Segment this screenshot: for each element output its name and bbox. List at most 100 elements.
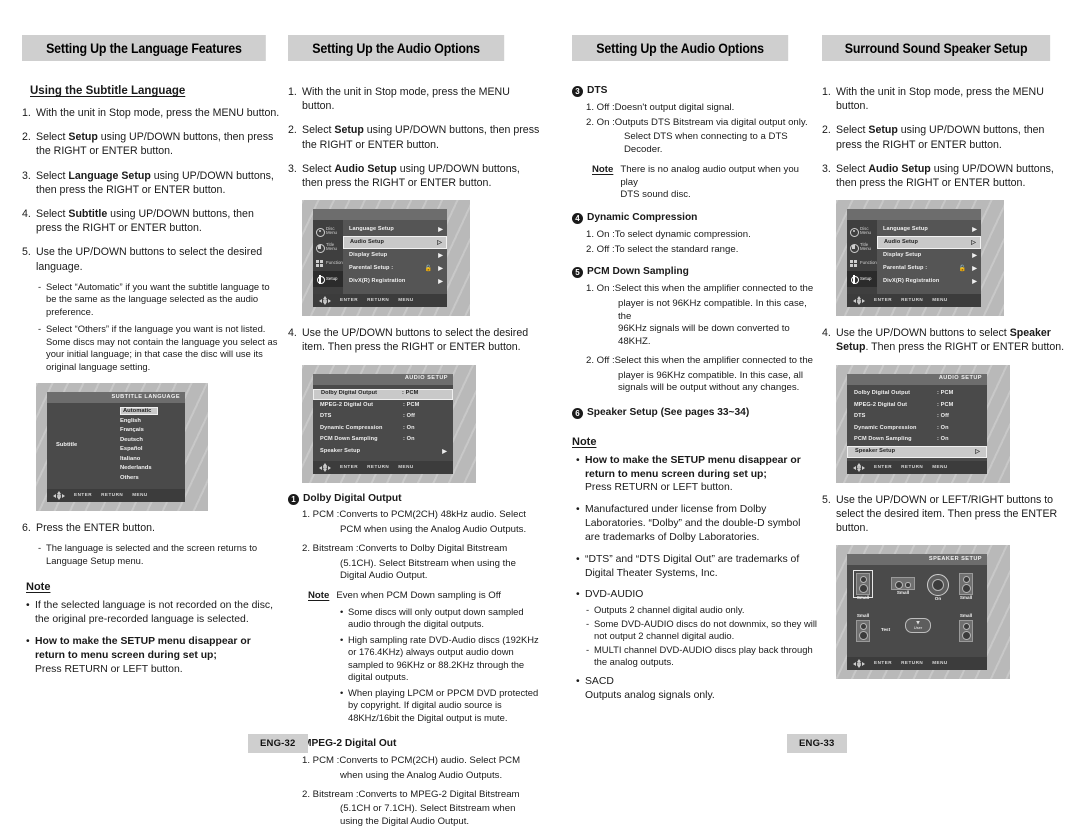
option-label: 2. Bitstream :	[302, 788, 359, 800]
osd-left-label: Subtitle	[47, 403, 118, 489]
audio-row-mpeg2-digital-out[interactable]: MPEG-2 Digital Out : PCM	[847, 400, 987, 412]
audio-value: : On	[937, 424, 949, 431]
sidebar-item-title-menu[interactable]: Title Menu	[847, 239, 877, 255]
note-bullet: • Some discs will only output down sampl…	[340, 606, 540, 631]
audio-row-dolby-digital-output[interactable]: Dolby Digital Output : PCM	[847, 389, 987, 401]
menu-row-divx-registration[interactable]: DivX(R) Registration ▶	[343, 275, 447, 288]
note-text: DVD-AUDIO	[585, 589, 644, 601]
osd-language-item[interactable]: Nederlands	[118, 464, 185, 474]
speaker-label: Small	[856, 613, 870, 619]
osd-body: Disc Menu Title Menu Function Setup Lang…	[847, 220, 981, 295]
speaker-surround-right[interactable]: Small	[959, 613, 973, 642]
osd-titlebar: SUBTITLE LANGUAGE	[47, 392, 185, 404]
audio-label: MPEG-2 Digital Out	[854, 401, 908, 408]
step-text: Select Setup using UP/DOWN buttons, then…	[36, 131, 274, 158]
step-text: Select Audio Setup using UP/DOWN buttons…	[836, 162, 1054, 189]
step-text: Use the UP/DOWN buttons to select the de…	[36, 246, 263, 273]
audio-row-speaker-setup[interactable]: Speaker Setup ▷	[847, 446, 987, 458]
osd-footer-enter: ENTER	[874, 297, 893, 303]
section-heading-subtitle-language: Using the Subtitle Language	[30, 85, 186, 97]
speaker-icon	[959, 573, 973, 596]
audio-row-dynamic-compression[interactable]: Dynamic Compression : On	[313, 423, 453, 435]
osd-language-item[interactable]: Deutsch	[118, 436, 185, 446]
step-item: 6. Press the ENTER button.	[22, 521, 280, 535]
speaker-front-left[interactable]: Small	[853, 570, 873, 601]
chevron-right-icon: ▶	[972, 252, 977, 259]
note-bullet: • High sampling rate DVD-Audio discs (19…	[340, 634, 540, 684]
sidebar-item-title-menu[interactable]: Title Menu	[313, 239, 343, 255]
sidebar-item-disc-menu[interactable]: Disc Menu	[313, 223, 343, 239]
osd-setup-menu: Disc Menu Title Menu Function Setup Lang…	[313, 209, 447, 308]
audio-row-mpeg2-digital-out[interactable]: MPEG-2 Digital Out : PCM	[313, 400, 453, 412]
osd-footer: ENTER RETURN MENU	[847, 460, 987, 474]
sidebar-item-setup[interactable]: Setup	[847, 271, 877, 288]
note-text: “DTS” and “DTS Digital Out” are trademar…	[585, 553, 800, 579]
audio-row-dolby-digital-output[interactable]: Dolby Digital Output : PCM	[313, 388, 453, 400]
speaker-front-right[interactable]: Small	[959, 573, 973, 601]
disc-menu-icon	[315, 227, 325, 237]
audio-row-pcm-down-sampling[interactable]: PCM Down Sampling : On	[847, 435, 987, 447]
sidebar-label: Disc Menu	[326, 225, 337, 236]
osd-language-item[interactable]: Others	[118, 474, 185, 484]
menu-row-audio-setup[interactable]: Audio Setup ▷	[343, 236, 447, 250]
option-item: 1. On : Select this when the amplifier c…	[586, 283, 818, 296]
option-text: To select the standard range.	[614, 243, 739, 255]
bullet-dot: •	[576, 504, 580, 516]
speaker-label: Small	[856, 595, 870, 601]
osd-language-selected[interactable]: Automatic	[120, 407, 159, 416]
audio-row-speaker-setup[interactable]: Speaker Setup ▶	[313, 446, 453, 458]
osd-language-item[interactable]: Español	[118, 445, 185, 455]
speaker-icon	[856, 619, 870, 642]
speaker-center[interactable]: Small	[891, 577, 915, 596]
menu-label: Parental Setup :	[883, 264, 928, 271]
speaker-surround-left[interactable]: Small	[856, 613, 870, 642]
menu-label: Display Setup	[883, 251, 922, 258]
audio-row-pcm-down-sampling[interactable]: PCM Down Sampling : On	[313, 435, 453, 447]
audio-value: : On	[403, 424, 415, 431]
chevron-right-icon: ▶	[972, 265, 977, 272]
osd-footer-enter: ENTER	[874, 660, 893, 666]
chevron-right-icon: ▷	[975, 448, 980, 455]
step-number: 1.	[288, 86, 297, 98]
audio-value: : On	[403, 436, 415, 443]
menu-row-divx-registration[interactable]: DivX(R) Registration ▶	[877, 275, 981, 288]
menu-row-language-setup[interactable]: Language Setup ▶	[343, 223, 447, 236]
audio-row-dts[interactable]: DTS : Off	[847, 412, 987, 424]
audio-row-dts[interactable]: DTS : Off	[313, 412, 453, 424]
osd-language-item[interactable]: Italiano	[118, 455, 185, 465]
menu-row-parental-setup[interactable]: Parental Setup : 🔓 ▶	[343, 262, 447, 275]
sidebar-item-function[interactable]: Function	[313, 255, 343, 271]
menu-row-language-setup[interactable]: Language Setup ▶	[877, 223, 981, 236]
step-item: 5. Use the UP/DOWN buttons to select the…	[22, 245, 280, 273]
note-line-2: DTS sound disc.	[620, 189, 691, 201]
step-text: Select Audio Setup using UP/DOWN buttons…	[302, 162, 520, 189]
menu-row-audio-setup[interactable]: Audio Setup ▷	[877, 236, 981, 250]
note-text: SACD Outputs analog signals only.	[585, 675, 818, 703]
sidebar-item-disc-menu[interactable]: Disc Menu	[847, 223, 877, 239]
menu-row-display-setup[interactable]: Display Setup ▶	[343, 249, 447, 262]
option-item: 1. PCM : Converts to PCM(2CH) audio. Sel…	[302, 755, 540, 768]
osd-language-item[interactable]: Automatic	[118, 407, 185, 417]
step-number: 2.	[822, 124, 831, 137]
subwoofer[interactable]: On	[927, 574, 949, 602]
menu-row-parental-setup[interactable]: Parental Setup : 🔓 ▶	[877, 262, 981, 275]
chevron-right-icon: ▶	[442, 448, 447, 455]
note-line-1: SACD	[585, 675, 614, 687]
speaker-icon	[891, 577, 915, 591]
numbered-item-title: Dolby Digital Output	[303, 492, 402, 504]
option-item: 1. Off : Doesn't output digital signal.	[586, 102, 818, 115]
osd-language-item[interactable]: Français	[118, 426, 185, 436]
osd-titlebar: AUDIO SETUP	[847, 373, 987, 385]
sidebar-item-function[interactable]: Function	[847, 255, 877, 271]
audio-row-dynamic-compression[interactable]: Dynamic Compression : On	[847, 423, 987, 435]
test-button[interactable]: User	[905, 618, 931, 634]
sidebar-item-setup[interactable]: Setup	[313, 271, 343, 288]
note-subbullet: - Outputs 2 channel digital audio only.	[586, 604, 818, 617]
chevron-right-icon: ▷	[437, 239, 442, 246]
osd-language-item[interactable]: English	[118, 417, 185, 427]
menu-row-display-setup[interactable]: Display Setup ▶	[877, 249, 981, 262]
chapter-title-speaker-setup: Surround Sound Speaker Setup	[822, 35, 1051, 61]
option-text: Converts to PCM(2CH) 48kHz audio. Select	[339, 509, 526, 521]
osd-body: Dolby Digital Output : PCM MPEG-2 Digita…	[847, 384, 987, 461]
chapter-title-text: Setting Up the Audio Options	[596, 40, 764, 56]
